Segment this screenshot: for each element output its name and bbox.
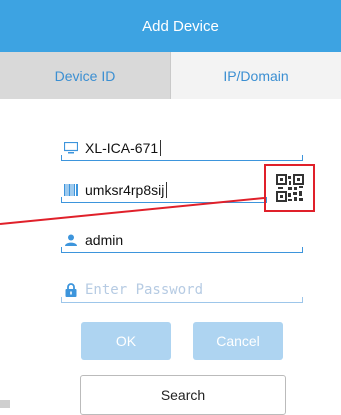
- qr-scan-button[interactable]: [264, 164, 315, 212]
- edge-fragment: [0, 400, 10, 408]
- tab-ip-domain[interactable]: IP/Domain: [171, 52, 341, 99]
- monitor-icon: [63, 140, 79, 156]
- username-field[interactable]: admin: [61, 228, 303, 253]
- device-id-field[interactable]: XL-ICA-671: [61, 136, 303, 161]
- title-bar: Add Device: [0, 0, 341, 52]
- tab-bar: Device ID IP/Domain: [0, 52, 341, 99]
- ok-button[interactable]: OK: [81, 322, 171, 360]
- tab-device-id[interactable]: Device ID: [0, 52, 170, 99]
- serial-field[interactable]: umksr4rp8sij: [61, 178, 267, 203]
- user-icon: [63, 232, 79, 248]
- text-cursor: [160, 140, 162, 156]
- search-button[interactable]: Search: [80, 375, 286, 415]
- serial-value: umksr4rp8sij: [85, 182, 165, 198]
- lock-icon: [63, 282, 79, 298]
- qr-code-icon: [275, 174, 304, 202]
- cancel-button[interactable]: Cancel: [193, 322, 283, 360]
- password-field[interactable]: Enter Password: [61, 278, 303, 303]
- password-placeholder: Enter Password: [85, 282, 204, 298]
- device-id-value: XL-ICA-671: [85, 140, 159, 156]
- page-title: Add Device: [142, 17, 219, 35]
- username-value: admin: [85, 232, 124, 248]
- text-cursor: [166, 182, 168, 198]
- barcode-icon: [63, 182, 79, 198]
